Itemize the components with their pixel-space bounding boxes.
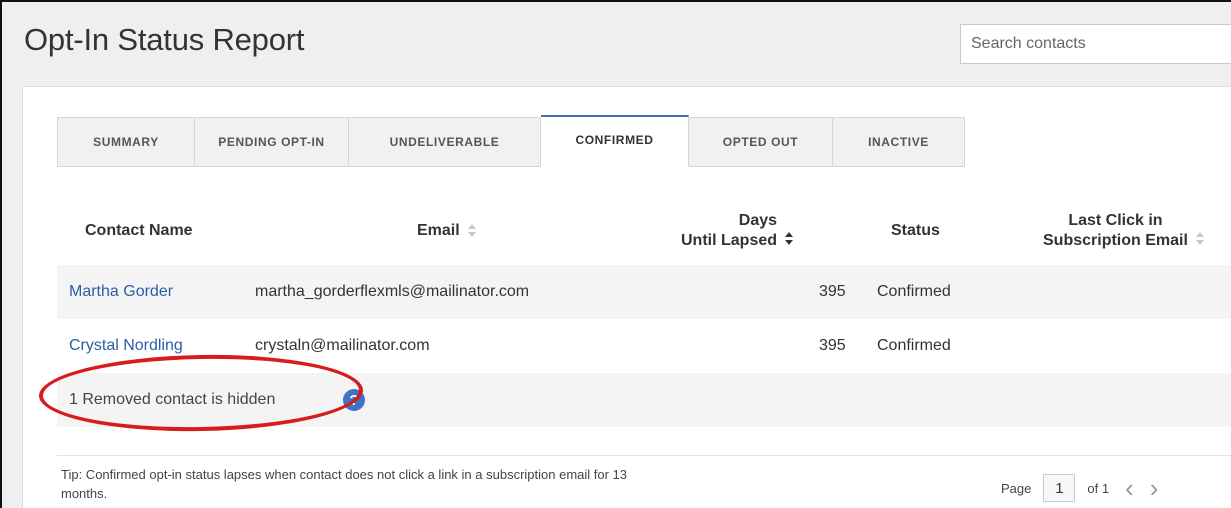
column-label: Status: [891, 222, 940, 239]
page-count: of 1: [1087, 480, 1110, 496]
page-label: Page: [1001, 480, 1032, 496]
search-box[interactable]: [960, 24, 1231, 64]
days-until-lapsed: 395: [819, 337, 846, 354]
tip-text: Tip: Confirmed opt-in status lapses when…: [61, 467, 628, 501]
page-number-input[interactable]: 1: [1043, 474, 1076, 502]
search-input[interactable]: [961, 25, 1231, 63]
chevron-right-icon[interactable]: ›: [1150, 475, 1159, 501]
tab-confirmed[interactable]: CONFIRMED: [541, 115, 689, 167]
column-header-email[interactable]: Email: [417, 221, 478, 241]
contact-name-link[interactable]: Crystal Nordling: [69, 337, 183, 355]
sort-arrows-icon: [785, 232, 795, 246]
contact-name-link[interactable]: Martha Gorder: [69, 283, 173, 301]
sort-arrows-icon: [467, 224, 478, 238]
column-label: Days Until Lapsed: [681, 212, 778, 249]
days-until-lapsed: 395: [819, 283, 846, 300]
tab-bar: SUMMARY PENDING OPT-IN UNDELIVERABLE CON…: [57, 115, 965, 167]
pagination: Page 1 of 1 ‹ ›: [1001, 473, 1158, 503]
column-header-status[interactable]: Status: [891, 221, 940, 241]
report-panel: SUMMARY PENDING OPT-IN UNDELIVERABLE CON…: [22, 86, 1231, 508]
status-text: Confirmed: [877, 283, 951, 300]
app-frame: Opt-In Status Report SUMMARY PENDING OPT…: [0, 0, 1231, 508]
tab-opted-out[interactable]: OPTED OUT: [689, 117, 833, 167]
tab-pending-opt-in[interactable]: PENDING OPT-IN: [195, 117, 349, 167]
chevron-left-icon[interactable]: ‹: [1125, 475, 1134, 501]
sort-arrows-icon: [1195, 232, 1206, 246]
tab-summary[interactable]: SUMMARY: [57, 117, 195, 167]
column-header-days-until-lapsed[interactable]: Days Until Lapsed: [681, 211, 795, 251]
column-header-last-click[interactable]: Last Click in Subscription Email: [1043, 211, 1206, 251]
status-text: Confirmed: [877, 337, 951, 354]
column-label: Last Click in Subscription Email: [1043, 212, 1188, 249]
tab-inactive[interactable]: INACTIVE: [833, 117, 965, 167]
column-label: Contact Name: [85, 222, 193, 239]
table-row: Martha Gorder martha_gorderflexmls@maili…: [57, 265, 1231, 319]
page-title: Opt-In Status Report: [24, 22, 305, 57]
tab-undeliverable[interactable]: UNDELIVERABLE: [349, 117, 541, 167]
divider: [57, 455, 1231, 456]
contact-email: crystaln@mailinator.com: [255, 337, 430, 354]
contact-email: martha_gorderflexmls@mailinator.com: [255, 283, 530, 300]
table-header: Contact Name Email Days Until Lapsed Sta…: [57, 207, 1231, 267]
column-header-contact-name[interactable]: Contact Name: [85, 221, 193, 241]
column-label: Email: [417, 222, 460, 239]
